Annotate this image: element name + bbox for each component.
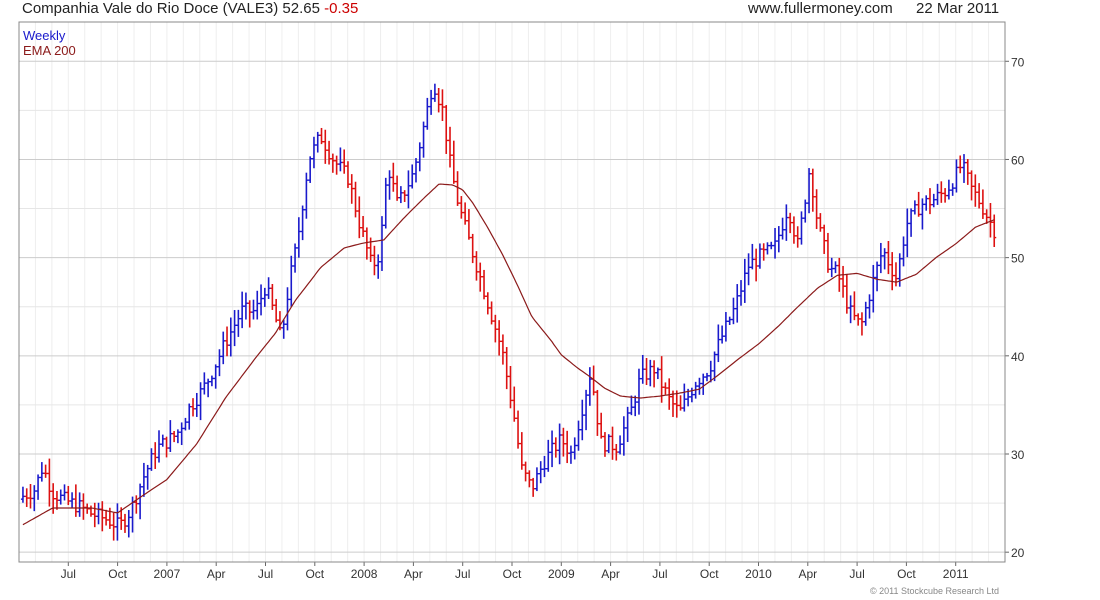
x-tick-label: Jul (258, 567, 273, 581)
y-tick-label: 20 (1011, 546, 1025, 560)
y-tick-label: 60 (1011, 153, 1025, 167)
x-tick-label: Apr (207, 567, 226, 581)
legend-entry: EMA 200 (23, 43, 76, 58)
x-tick-label: Apr (404, 567, 423, 581)
x-tick-label: 2009 (548, 567, 575, 581)
y-tick-label: 70 (1011, 55, 1025, 69)
x-tick-label: 2010 (745, 567, 772, 581)
x-tick-label: Jul (455, 567, 470, 581)
x-tick-label: Oct (108, 567, 127, 581)
y-tick-label: 30 (1011, 448, 1025, 462)
x-tick-label: Jul (652, 567, 667, 581)
x-tick-label: Jul (61, 567, 76, 581)
x-tick-label: Oct (897, 567, 916, 581)
x-tick-label: Oct (305, 567, 324, 581)
legend-entry: Weekly (23, 28, 66, 43)
x-tick-label: Oct (700, 567, 719, 581)
y-tick-label: 40 (1011, 350, 1025, 364)
x-tick-label: 2008 (351, 567, 378, 581)
copyright-notice: © 2011 Stockcube Research Ltd (870, 586, 1000, 596)
x-tick-label: Jul (849, 567, 864, 581)
x-tick-label: Oct (503, 567, 522, 581)
x-tick-label: Apr (601, 567, 620, 581)
x-tick-label: Apr (798, 567, 817, 581)
x-tick-label: 2007 (154, 567, 181, 581)
x-tick-label: 2011 (943, 567, 969, 581)
y-tick-label: 50 (1011, 252, 1025, 266)
price-chart: 20 30 40 50 60 70 Jul Oct 2007 Apr Jul Oct 2008 Apr Ju… (18, 21, 1025, 581)
